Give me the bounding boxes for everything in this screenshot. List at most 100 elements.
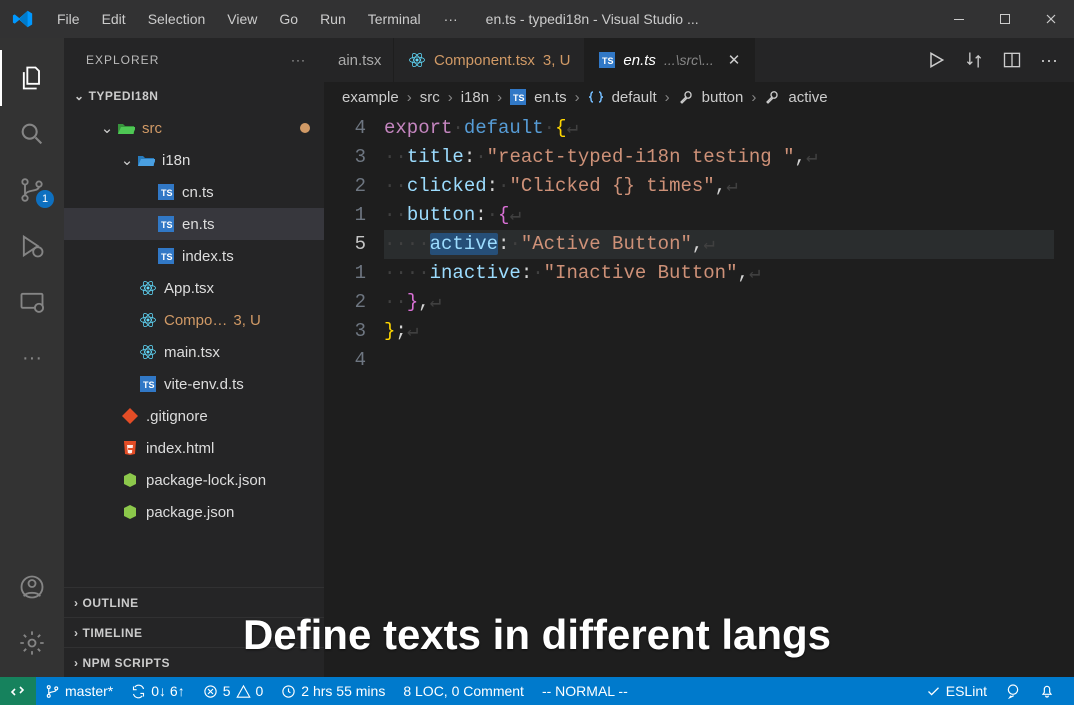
git-branch-icon: [45, 684, 60, 699]
crumb[interactable]: en.ts: [534, 89, 567, 106]
project-name: TYPEDI18N: [89, 89, 159, 103]
symbol-property-icon: [764, 89, 780, 105]
activity-explorer[interactable]: [0, 50, 64, 106]
line-gutter: 4 3 2 1 5 1 2 3 4: [324, 112, 384, 677]
code-editor[interactable]: 4 3 2 1 5 1 2 3 4 export·default·{↵··tit…: [324, 112, 1074, 677]
file-vite-env[interactable]: TS vite-env.d.ts: [64, 368, 324, 400]
menu-overflow[interactable]: ···: [432, 0, 470, 38]
close-icon[interactable]: ✕: [722, 51, 741, 69]
file-label: index.ts: [182, 248, 234, 265]
status-branch[interactable]: master*: [36, 677, 122, 705]
file-index-html[interactable]: index.html: [64, 432, 324, 464]
file-package[interactable]: package.json: [64, 496, 324, 528]
menu-terminal[interactable]: Terminal: [357, 0, 432, 38]
tab-path: ...\src\...: [664, 52, 714, 68]
scm-badge: 1: [36, 190, 54, 208]
status-feedback[interactable]: [996, 677, 1030, 705]
maximize-button[interactable]: [982, 0, 1028, 38]
menu-go[interactable]: Go: [268, 0, 309, 38]
explorer-actions[interactable]: ···: [291, 53, 306, 67]
panel-timeline[interactable]: ›TIMELINE: [64, 617, 324, 647]
clock-icon: [281, 684, 296, 699]
file-main-tsx[interactable]: main.tsx: [64, 336, 324, 368]
svg-text:TS: TS: [161, 188, 173, 198]
file-app-tsx[interactable]: App.tsx: [64, 272, 324, 304]
svg-text:TS: TS: [602, 56, 614, 66]
status-notifications[interactable]: [1030, 677, 1064, 705]
menu-selection[interactable]: Selection: [137, 0, 217, 38]
mode-label: -- NORMAL --: [542, 683, 628, 699]
activity-remote[interactable]: [0, 274, 64, 330]
crumb[interactable]: i18n: [461, 89, 489, 106]
panel-outline[interactable]: ›OUTLINE: [64, 587, 324, 617]
tab-en-ts[interactable]: TS en.ts ...\src\... ✕: [585, 38, 755, 82]
svg-text:TS: TS: [143, 380, 155, 390]
branch-label: master*: [65, 683, 113, 699]
code-content[interactable]: export·default·{↵··title:·"react-typed-i…: [384, 112, 1054, 677]
file-tree: ⌄ src ⌄ i18n TS cn.ts TS en.ts: [64, 110, 324, 587]
file-index-ts[interactable]: TS index.ts: [64, 240, 324, 272]
warning-icon: [236, 684, 251, 699]
crumb[interactable]: active: [788, 89, 827, 106]
svg-text:TS: TS: [161, 252, 173, 262]
breadcrumb[interactable]: example› src› i18n› TS en.ts› default› b…: [324, 82, 1074, 112]
activity-debug[interactable]: [0, 218, 64, 274]
file-gitignore[interactable]: .gitignore: [64, 400, 324, 432]
warning-count: 0: [256, 683, 264, 699]
minimap[interactable]: [1054, 112, 1074, 677]
activity-bar: 1 ···: [0, 38, 64, 677]
menu-run[interactable]: Run: [309, 0, 357, 38]
editor-tabs: ain.tsx Component.tsx 3, U TS en.ts ...\…: [324, 38, 1074, 82]
file-cn-ts[interactable]: TS cn.ts: [64, 176, 324, 208]
status-eslint[interactable]: ESLint: [917, 677, 996, 705]
explorer-sidebar: EXPLORER ··· ⌄ TYPEDI18N ⌄ src ⌄ i18n: [64, 38, 324, 677]
file-package-lock[interactable]: package-lock.json: [64, 464, 324, 496]
menu-view[interactable]: View: [216, 0, 268, 38]
react-file-icon: [138, 311, 158, 329]
feedback-icon: [1005, 683, 1021, 699]
panel-npm-scripts[interactable]: ›NPM SCRIPTS: [64, 647, 324, 677]
status-loc[interactable]: 8 LOC, 0 Comment: [394, 677, 533, 705]
folder-src[interactable]: ⌄ src: [64, 112, 324, 144]
file-component-tsx[interactable]: Compo… 3, U: [64, 304, 324, 336]
ts-file-icon: TS: [156, 216, 176, 232]
react-file-icon: [138, 343, 158, 361]
menu-file[interactable]: File: [46, 0, 91, 38]
folder-i18n[interactable]: ⌄ i18n: [64, 144, 324, 176]
explorer-header: EXPLORER ···: [64, 38, 324, 82]
status-sync[interactable]: 0↓ 6↑: [122, 677, 193, 705]
activity-scm[interactable]: 1: [0, 162, 64, 218]
svg-text:TS: TS: [161, 220, 173, 230]
file-label: package-lock.json: [146, 472, 266, 489]
tab-component-tsx[interactable]: Component.tsx 3, U: [394, 38, 585, 82]
crumb[interactable]: default: [612, 89, 657, 106]
symbol-module-icon: [588, 90, 604, 104]
chevron-down-icon: ⌄: [118, 151, 136, 169]
crumb[interactable]: example: [342, 89, 399, 106]
ts-file-icon: TS: [138, 376, 158, 392]
tab-main-tsx[interactable]: ain.tsx: [324, 38, 394, 82]
project-section[interactable]: ⌄ TYPEDI18N: [64, 82, 324, 110]
close-button[interactable]: [1028, 0, 1074, 38]
folder-open-icon: [116, 121, 136, 135]
minimize-button[interactable]: [936, 0, 982, 38]
activity-search[interactable]: [0, 106, 64, 162]
status-problems[interactable]: 5 0: [194, 677, 273, 705]
explorer-title: EXPLORER: [86, 53, 159, 67]
ellipsis-icon[interactable]: ···: [1040, 50, 1058, 71]
activity-account[interactable]: [0, 559, 64, 615]
activity-settings[interactable]: [0, 615, 64, 671]
react-file-icon: [138, 279, 158, 297]
split-icon[interactable]: [1002, 50, 1022, 70]
svg-text:TS: TS: [513, 93, 525, 103]
file-meta: 3, U: [227, 312, 261, 329]
remote-indicator[interactable]: [0, 677, 36, 705]
status-time[interactable]: 2 hrs 55 mins: [272, 677, 394, 705]
menu-edit[interactable]: Edit: [91, 0, 137, 38]
crumb[interactable]: button: [702, 89, 744, 106]
activity-more[interactable]: ···: [0, 330, 64, 386]
crumb[interactable]: src: [420, 89, 440, 106]
diff-icon[interactable]: [964, 50, 984, 70]
run-icon[interactable]: [926, 50, 946, 70]
file-en-ts[interactable]: TS en.ts: [64, 208, 324, 240]
